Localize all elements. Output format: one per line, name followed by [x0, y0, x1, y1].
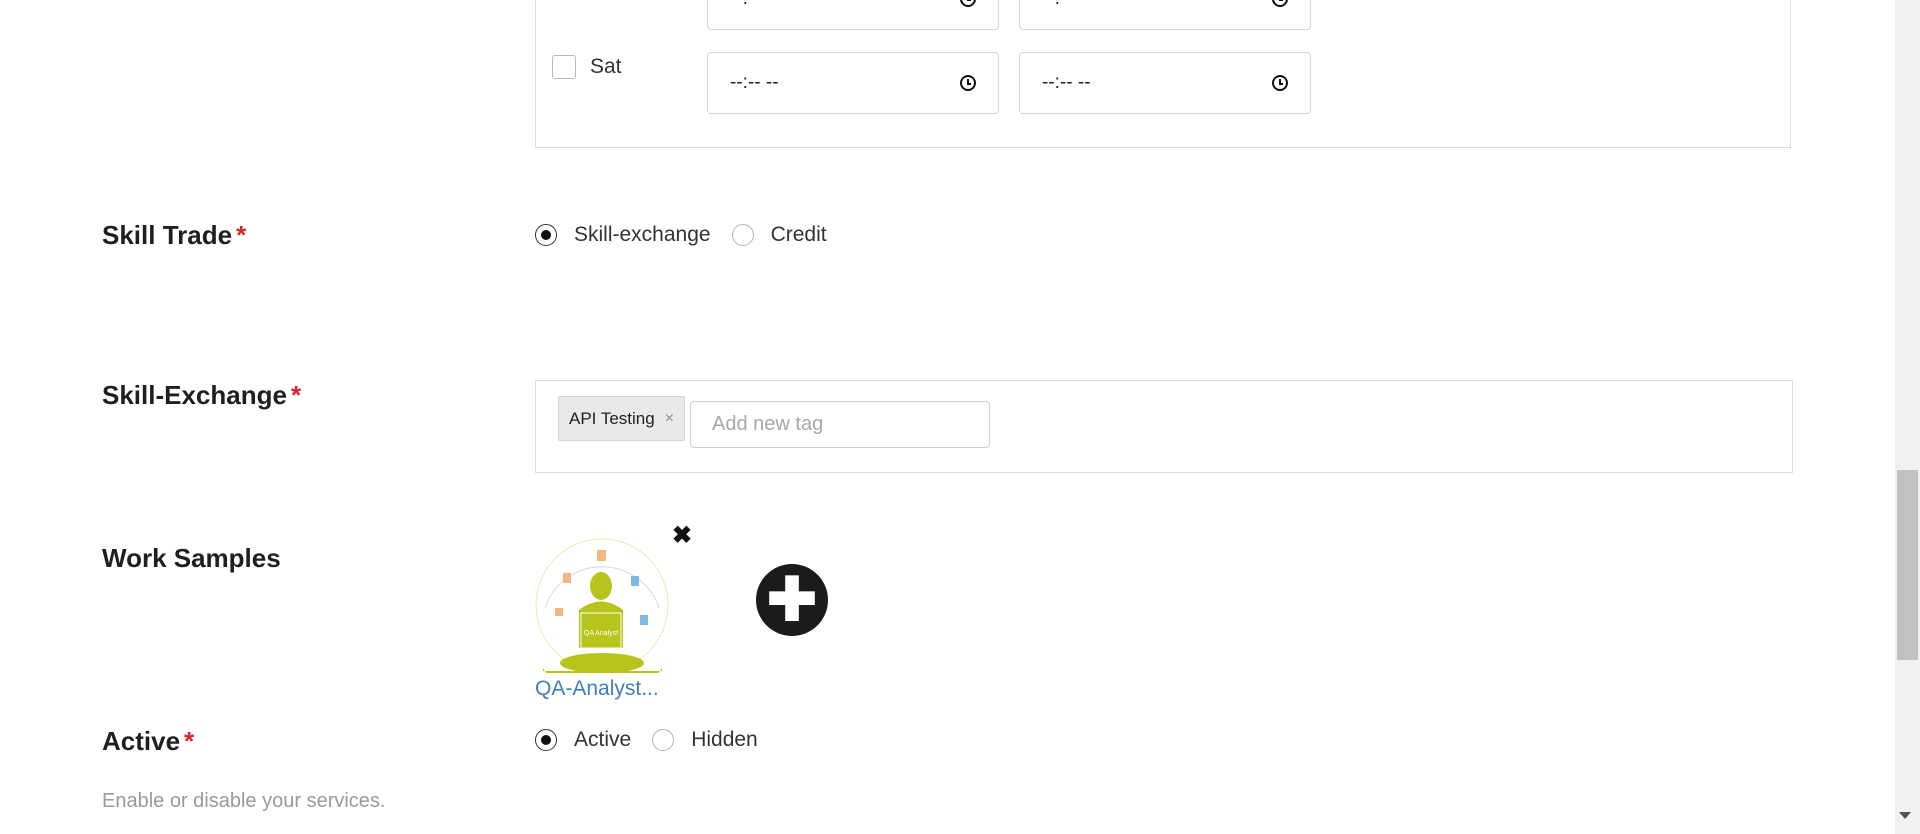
- required-marker: *: [236, 220, 247, 250]
- sat-start-time-input[interactable]: --:-- --: [707, 52, 999, 114]
- thumbnail-caption: QA Analyst: [584, 630, 618, 637]
- scroll-down-arrow-icon[interactable]: [1899, 812, 1911, 819]
- active-option-label[interactable]: Active: [574, 728, 631, 752]
- friday-start-time-input[interactable]: --:-- --: [707, 0, 999, 30]
- active-label: Active *: [102, 726, 195, 756]
- clock-icon[interactable]: [960, 0, 976, 7]
- credit-radio[interactable]: [731, 224, 754, 246]
- skill-exchange-radio[interactable]: [535, 224, 557, 246]
- required-marker: *: [290, 380, 302, 410]
- skill-exchange-label: Skill-Exchange *: [102, 380, 302, 410]
- work-samples-label: Work Samples: [102, 543, 281, 573]
- add-tag-input[interactable]: [690, 401, 990, 448]
- sat-end-time-input[interactable]: --:-- --: [1019, 52, 1311, 114]
- work-sample-file-link[interactable]: QA-Analyst...: [535, 677, 659, 701]
- work-sample-thumbnail[interactable]: QA Analyst: [535, 538, 670, 673]
- add-work-sample-button[interactable]: ✚: [756, 564, 828, 636]
- skill-exchange-option-label[interactable]: Skill-exchange: [574, 223, 711, 247]
- plus-icon: ✚: [766, 566, 818, 633]
- clock-icon[interactable]: [1272, 0, 1288, 7]
- hidden-option-label[interactable]: Hidden: [691, 728, 758, 752]
- skill-trade-label: Skill Trade *: [102, 220, 247, 250]
- friday-end-time-input[interactable]: --:-- --: [1019, 0, 1311, 30]
- required-marker: *: [184, 726, 195, 756]
- scrollbar-thumb[interactable]: [1897, 470, 1918, 660]
- scrollbar-track[interactable]: [1895, 0, 1920, 834]
- sat-checkbox[interactable]: [552, 55, 576, 79]
- active-radio[interactable]: [535, 729, 557, 751]
- active-radio-group: Active Hidden: [535, 728, 779, 752]
- hidden-radio[interactable]: [652, 729, 675, 751]
- clock-icon[interactable]: [960, 75, 976, 91]
- active-help-text: Enable or disable your services.: [102, 790, 386, 812]
- tag-api-testing: API Testing ×: [558, 396, 686, 441]
- skill-trade-radio-group: Skill-exchange Credit: [535, 223, 848, 247]
- remove-tag-icon[interactable]: ×: [665, 410, 674, 428]
- sat-label: Sat: [590, 55, 622, 78]
- remove-sample-icon[interactable]: ✖: [672, 522, 692, 550]
- credit-option-label[interactable]: Credit: [771, 223, 827, 247]
- clock-icon[interactable]: [1272, 75, 1288, 91]
